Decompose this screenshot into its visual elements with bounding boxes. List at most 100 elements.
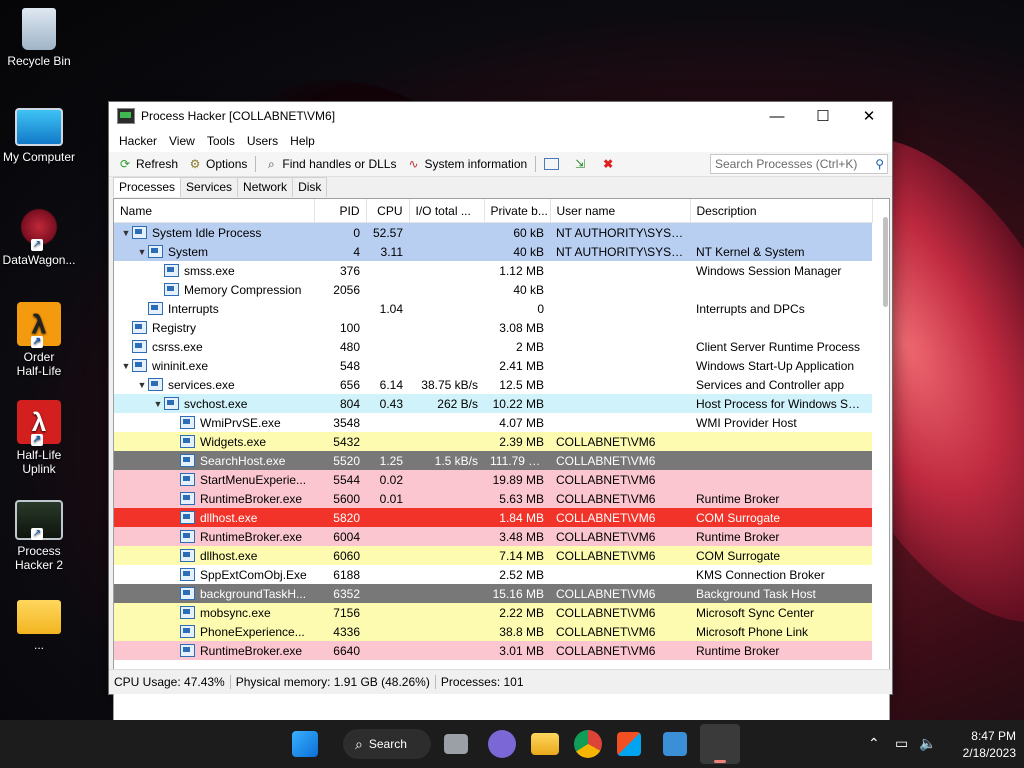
- desktop-icon-folder[interactable]: ...: [0, 600, 78, 652]
- chrome-icon[interactable]: [574, 730, 602, 758]
- desktop-icon-half-life-uplink[interactable]: λ ↗ Half-Life Uplink: [0, 400, 78, 476]
- user-name-cell: NT AUTHORITY\SYSTEM: [556, 244, 690, 259]
- volume-icon[interactable]: 🔈: [919, 735, 936, 752]
- menu-hacker[interactable]: Hacker: [113, 134, 163, 148]
- table-row[interactable]: backgroundTaskH... 6352 15.16 MB COLLABNET\…: [114, 584, 872, 603]
- name-cell: backgroundTaskH...: [114, 584, 314, 603]
- table-row[interactable]: ▼ System 4 3.11 40 kB NT AUTHORITY\SYSTEM NT K…: [114, 242, 872, 261]
- column-cpu[interactable]: CPU: [366, 199, 410, 223]
- table-row[interactable]: dllhost.exe 6060 7.14 MB COLLABNET\VM6 COM S…: [114, 546, 872, 565]
- private-bytes-cell: 3.01 MB: [499, 643, 544, 658]
- table-row[interactable]: Registry 100 3.08 MB: [114, 318, 872, 337]
- user-name-cell: COLLABNET\VM6: [556, 605, 656, 620]
- private-bytes-cell: 2.41 MB: [499, 358, 544, 373]
- table-row[interactable]: Interrupts 1.04 0 Interrupts and DPCs: [114, 299, 872, 318]
- description-cell: Interrupts and DPCs: [696, 301, 805, 316]
- table-row[interactable]: ▼ services.exe 656 6.14 38.75 kB/s 12.5 MB Ser…: [114, 375, 872, 394]
- desktop-icon-datawagon[interactable]: ↗ DataWagon...: [0, 205, 78, 267]
- table-row[interactable]: RuntimeBroker.exe 6640 3.01 MB COLLABNET\VM…: [114, 641, 872, 660]
- microsoft-store-icon[interactable]: [617, 732, 641, 756]
- desktop-icon-order-half-life[interactable]: λ ↗ Order Half-Life: [0, 302, 78, 378]
- terminate-button[interactable]: ✖: [596, 153, 624, 175]
- refresh-button[interactable]: ⟳ Refresh: [113, 153, 183, 175]
- app-icon[interactable]: [663, 732, 687, 756]
- table-row[interactable]: Widgets.exe 5432 2.39 MB COLLABNET\VM6: [114, 432, 872, 451]
- tab-network[interactable]: Network: [237, 177, 294, 197]
- window-button[interactable]: [539, 153, 568, 175]
- menu-users[interactable]: Users: [241, 134, 284, 148]
- process-hacker-app-icon[interactable]: [117, 108, 135, 124]
- chat-icon[interactable]: [488, 730, 516, 758]
- menu-tools[interactable]: Tools: [201, 134, 241, 148]
- chevron-up-icon[interactable]: ⌃: [868, 735, 880, 752]
- user-name-cell: [550, 337, 690, 356]
- table-row[interactable]: PhoneExperience... 4336 38.8 MB COLLABNET\V…: [114, 622, 872, 641]
- expand-arrow-icon[interactable]: ▼: [136, 380, 148, 390]
- column-name[interactable]: Name: [114, 199, 315, 223]
- go-to-button[interactable]: ⇲: [568, 153, 596, 175]
- cpu-cell: 3.11: [380, 244, 403, 259]
- options-button[interactable]: ⚙ Options: [183, 153, 252, 175]
- expand-arrow-icon[interactable]: ▼: [136, 247, 148, 257]
- table-row[interactable]: smss.exe 376 1.12 MB Windows Session Manage…: [114, 261, 872, 280]
- find-handles-button[interactable]: ⌕ Find handles or DLLs: [259, 153, 401, 175]
- expand-arrow-icon[interactable]: ▼: [120, 361, 132, 371]
- pid-cell: 548: [339, 358, 360, 373]
- process-hacker-taskbar-icon[interactable]: [700, 724, 740, 764]
- title-bar[interactable]: Process Hacker [COLLABNET\VM6] — ☐ ✕: [109, 102, 892, 130]
- user-name-cell: COLLABNET\VM6: [556, 453, 656, 468]
- task-view-icon[interactable]: [444, 734, 468, 754]
- clock[interactable]: 8:47 PM 2/18/2023: [963, 728, 1016, 762]
- expand-arrow-icon[interactable]: ▼: [120, 228, 132, 238]
- table-row[interactable]: RuntimeBroker.exe 6004 3.48 MB COLLABNET\VM…: [114, 527, 872, 546]
- table-row[interactable]: Memory Compression 2056 40 kB: [114, 280, 872, 299]
- desktop-icon-recycle-bin[interactable]: Recycle Bin: [0, 8, 78, 68]
- column-pid[interactable]: PID: [314, 199, 367, 223]
- network-icon[interactable]: ▭: [895, 735, 908, 752]
- table-row[interactable]: RuntimeBroker.exe 5600 0.01 5.63 MB COLLABNE…: [114, 489, 872, 508]
- column-description[interactable]: Description: [690, 199, 873, 223]
- table-row[interactable]: csrss.exe 480 2 MB Client Server Runtime Pr…: [114, 337, 872, 356]
- table-row[interactable]: SppExtComObj.Exe 6188 2.52 MB KMS Connectio…: [114, 565, 872, 584]
- user-name-cell: COLLABNET\VM6: [556, 472, 656, 487]
- tab-processes[interactable]: Processes: [113, 177, 182, 197]
- maximize-button[interactable]: ☐: [800, 102, 846, 130]
- process-name: Registry: [152, 320, 197, 335]
- table-row[interactable]: WmiPrvSE.exe 3548 4.07 MB WMI Provider Host: [114, 413, 872, 432]
- tab-disk[interactable]: Disk: [292, 177, 328, 197]
- desktop-icon-my-computer[interactable]: My Computer: [0, 108, 78, 164]
- search-processes-input[interactable]: Search Processes (Ctrl+K) ⚲: [710, 154, 888, 174]
- table-row[interactable]: ▼ svchost.exe 804 0.43 262 B/s 10.22 MB Host P…: [114, 394, 872, 413]
- table-row[interactable]: dllhost.exe 5820 1.84 MB COLLABNET\VM6 COM S…: [114, 508, 872, 527]
- name-cell: ▼ wininit.exe: [114, 356, 314, 375]
- close-button[interactable]: ✕: [846, 102, 892, 130]
- system-information-button[interactable]: ∿ System information: [401, 153, 532, 175]
- taskbar-search[interactable]: ⌕ Search: [343, 729, 431, 759]
- column-io-total[interactable]: I/O total ...: [409, 199, 485, 223]
- table-row[interactable]: mobsync.exe 7156 2.22 MB COLLABNET\VM6 Micro…: [114, 603, 872, 622]
- column-user-name[interactable]: User name: [550, 199, 691, 223]
- search-icon[interactable]: ⚲: [875, 157, 884, 171]
- taskbar-search-label: Search: [368, 737, 407, 751]
- tab-services[interactable]: Services: [180, 177, 239, 197]
- windows-start-icon[interactable]: [292, 731, 318, 757]
- vertical-scrollbar[interactable]: [883, 217, 888, 307]
- expand-arrow-icon[interactable]: ▼: [152, 399, 164, 409]
- io-cell: [409, 546, 484, 565]
- status-process-count: Processes: 101: [440, 675, 524, 689]
- desktop-icon-process-hacker[interactable]: ↗ Process Hacker 2: [0, 500, 78, 572]
- cpu-cell: [366, 356, 409, 375]
- minimize-button[interactable]: —: [754, 102, 800, 130]
- table-row[interactable]: StartMenuExperie... 5544 0.02 19.89 MB COLLA…: [114, 470, 872, 489]
- menu-view[interactable]: View: [163, 134, 201, 148]
- menu-help[interactable]: Help: [284, 134, 321, 148]
- toolbar-separator: [535, 156, 537, 172]
- table-row[interactable]: ▼ System Idle Process 0 52.57 60 kB NT AUTHOR…: [114, 222, 872, 242]
- cpu-cell: [366, 280, 409, 299]
- table-row[interactable]: SearchHost.exe 5520 1.25 1.5 kB/s 111.79 MB C…: [114, 451, 872, 470]
- column-private-bytes[interactable]: Private b...: [484, 199, 551, 223]
- table-row[interactable]: ▼ wininit.exe 548 2.41 MB Windows Start-Up A…: [114, 356, 872, 375]
- private-bytes-cell: 7.14 MB: [499, 548, 544, 563]
- file-explorer-icon[interactable]: [531, 733, 559, 755]
- desktop-icon-label: Process Hacker 2: [14, 544, 64, 572]
